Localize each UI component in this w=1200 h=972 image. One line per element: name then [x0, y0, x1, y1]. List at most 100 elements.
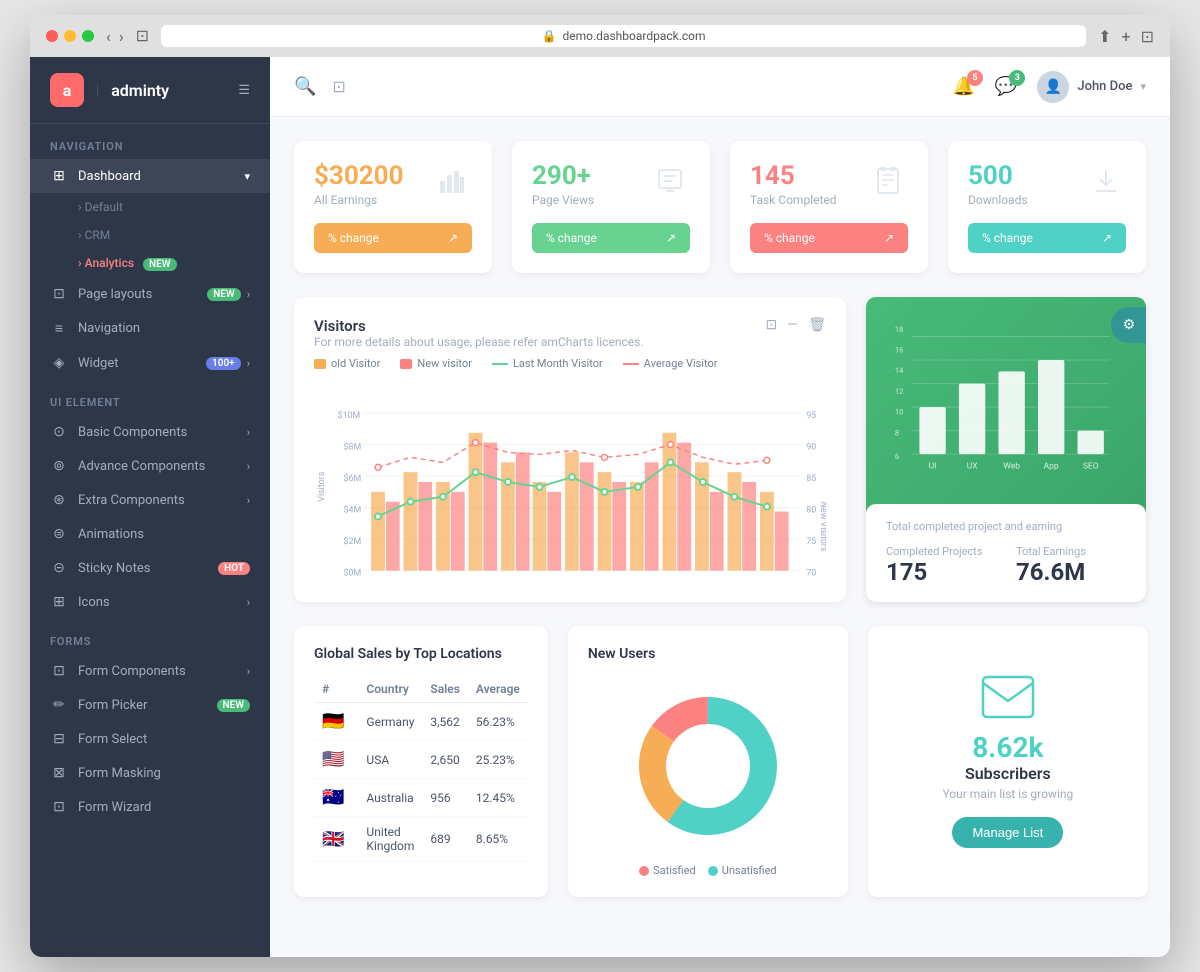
sidebar-item-navigation[interactable]: ≡ Navigation [30, 311, 270, 346]
tasks-icon [868, 161, 908, 201]
svg-text:$8M: $8M [344, 442, 362, 453]
extra-components-icon: ⊛ [50, 492, 68, 508]
svg-text:UI: UI [929, 461, 937, 471]
minimize-button[interactable] [64, 30, 76, 42]
svg-text:Visitors: Visitors [317, 471, 327, 501]
sticky-notes-icon: ⊝ [50, 560, 68, 576]
sidebar-item-form-picker[interactable]: ✏ Form Picker NEW [30, 688, 270, 722]
sidebar-subitem-analytics[interactable]: › Analytics NEW [30, 249, 270, 277]
sidebar-item-page-layouts[interactable]: ⊡ Page layouts NEW › [30, 277, 270, 311]
user-section[interactable]: 👤 John Doe ▾ [1037, 71, 1146, 103]
visitors-card-header: Visitors For more details about usage, p… [314, 317, 826, 349]
dashboard-body: $30200 All Earnings [270, 117, 1170, 957]
user-dropdown-icon: ▾ [1140, 80, 1146, 93]
main-content: 🔍 ⊡ 🔔 5 💬 3 👤 John Doe ▾ [270, 57, 1170, 957]
gear-button[interactable]: ⚙ [1111, 307, 1146, 343]
form-components-icon: ⊡ [50, 663, 68, 679]
page-layouts-badge: NEW [207, 288, 241, 301]
visitors-card: Visitors For more details about usage, p… [294, 297, 846, 602]
advance-components-icon: ⊚ [50, 458, 68, 474]
manage-list-button[interactable]: Manage List [952, 817, 1063, 848]
stats-row: $30200 All Earnings [294, 141, 1146, 273]
svg-text:14: 14 [895, 366, 904, 375]
col-sales: Sales [422, 676, 468, 703]
sidebar-item-extra-components[interactable]: ⊛ Extra Components › [30, 483, 270, 517]
completed-projects-value: 175 [886, 558, 996, 586]
notifications-badge: 5 [967, 70, 983, 86]
svg-text:Jan 28: Jan 28 [754, 581, 781, 582]
sales-uk: 689 [422, 817, 468, 862]
sidebar-subitem-crm[interactable]: › CRM [30, 221, 270, 249]
sidebar-item-form-select[interactable]: ⊟ Form Select [30, 722, 270, 756]
total-earnings-stat: Total Earnings 76.6M [1016, 545, 1126, 586]
sidebar-item-animations[interactable]: ⊜ Animations [30, 517, 270, 551]
avg-australia: 12.45% [468, 779, 528, 817]
maximize-button[interactable] [82, 30, 94, 42]
earnings-footer-label: % change [328, 231, 379, 245]
delete-card-icon[interactable]: 🗑 [808, 317, 826, 333]
legend-unsatisfied-label: Unsatisfied [722, 864, 777, 877]
form-picker-badge: NEW [217, 699, 251, 712]
search-icon[interactable]: 🔍 [294, 76, 316, 97]
tabs-icon[interactable]: ⊡ [1141, 27, 1154, 46]
header-toggle-icon[interactable]: ☰ [238, 83, 250, 98]
legend-last-month: Last Month Visitor [492, 357, 603, 370]
new-tab-icon[interactable]: + [1122, 27, 1131, 46]
sidebar-item-advance-components[interactable]: ⊚ Advance Components › [30, 449, 270, 483]
sidebar-subitem-default[interactable]: › Default [30, 193, 270, 221]
svg-text:90: 90 [806, 443, 816, 453]
sidebar-header: a | adminty ☰ [30, 57, 270, 124]
back-icon[interactable]: ‹ [106, 27, 111, 46]
sidebar-item-basic-components[interactable]: ⊙ Basic Components › [30, 415, 270, 449]
chart-legend: old Visitor New visitor Last Month Visit… [314, 357, 826, 370]
share-icon[interactable]: ⬆ [1098, 27, 1111, 46]
advance-chevron-icon: › [247, 460, 250, 473]
pageviews-footer[interactable]: % change ↗ [532, 223, 690, 253]
svg-text:18: 18 [895, 325, 903, 334]
legend-new-visitor-label: New visitor [417, 357, 472, 370]
app-layout: a | adminty ☰ Navigation ⊞ Dashboard ▾ ›… [30, 57, 1170, 957]
downloads-footer[interactable]: % change ↗ [968, 223, 1126, 253]
svg-text:6: 6 [895, 452, 899, 461]
visitors-title: Visitors [314, 317, 643, 335]
sidebar-item-sticky-notes[interactable]: ⊝ Sticky Notes HOT [30, 551, 270, 585]
earnings-footer[interactable]: % change ↗ [314, 223, 472, 253]
minimize-card-icon[interactable]: — [787, 317, 798, 333]
browser-chrome: ‹ › ⊡ 🔒 demo.dashboardpack.com ⬆ + ⊡ [30, 15, 1170, 57]
sales-table: # Country Sales Average 🇩🇪 Germany [314, 676, 528, 862]
earnings-icon [432, 161, 472, 201]
messages-button[interactable]: 💬 3 [995, 76, 1017, 97]
sidebar-item-form-wizard[interactable]: ⊡ Form Wizard [30, 790, 270, 824]
sidebar-item-form-masking[interactable]: ⊠ Form Masking [30, 756, 270, 790]
flag-australia: 🇦🇺 [322, 787, 344, 808]
svg-text:$0M: $0M [344, 568, 362, 579]
form-picker-icon: ✏ [50, 697, 68, 713]
url-text[interactable]: demo.dashboardpack.com [563, 29, 706, 43]
notifications-button[interactable]: 🔔 5 [953, 76, 975, 97]
mail-icon [981, 675, 1035, 719]
sidebar-item-dashboard[interactable]: ⊞ Dashboard ▾ [30, 159, 270, 193]
analytics-new-badge: NEW [143, 258, 177, 271]
expand-icon[interactable]: ⊡ [332, 77, 345, 96]
sidebar-toggle-icon[interactable]: ⊡ [136, 26, 149, 46]
svg-text:70: 70 [806, 569, 816, 579]
sidebar-item-formmasking-label: Form Masking [78, 766, 250, 781]
green-card-bottom: Total completed project and earning Comp… [866, 504, 1146, 602]
sidebar-item-form-components[interactable]: ⊡ Form Components › [30, 654, 270, 688]
forward-icon[interactable]: › [119, 27, 124, 46]
dashboard-icon: ⊞ [50, 168, 68, 184]
pageviews-value: 290+ [532, 161, 594, 191]
sidebar-item-stickynotes-label: Sticky Notes [78, 561, 212, 576]
sidebar-item-formpicker-label: Form Picker [78, 698, 211, 713]
svg-text:App: App [1044, 461, 1059, 471]
sidebar-item-widget[interactable]: ◈ Widget 100+ › [30, 346, 270, 380]
close-button[interactable] [46, 30, 58, 42]
downloads-value: 500 [968, 161, 1028, 191]
sidebar-item-icons[interactable]: ⊞ Icons › [30, 585, 270, 619]
flag-uk: 🇬🇧 [322, 829, 344, 850]
sales-usa: 2,650 [422, 741, 468, 779]
tasks-footer[interactable]: % change ↗ [750, 223, 908, 253]
country-australia: Australia [358, 779, 422, 817]
new-users-title: New Users [588, 646, 828, 662]
expand-card-icon[interactable]: ⊡ [766, 317, 778, 333]
